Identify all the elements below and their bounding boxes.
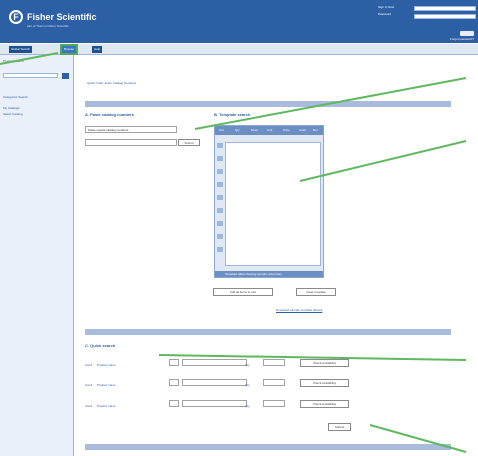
- annotation-arrow-1: [194, 77, 467, 130]
- annotation-arrow-3: [158, 354, 467, 361]
- annotation-arrow-5: [0, 52, 59, 65]
- annotation-arrow-4: [369, 424, 467, 453]
- annotation-arrows: [0, 52, 467, 453]
- annotation-arrow-2: [299, 140, 467, 182]
